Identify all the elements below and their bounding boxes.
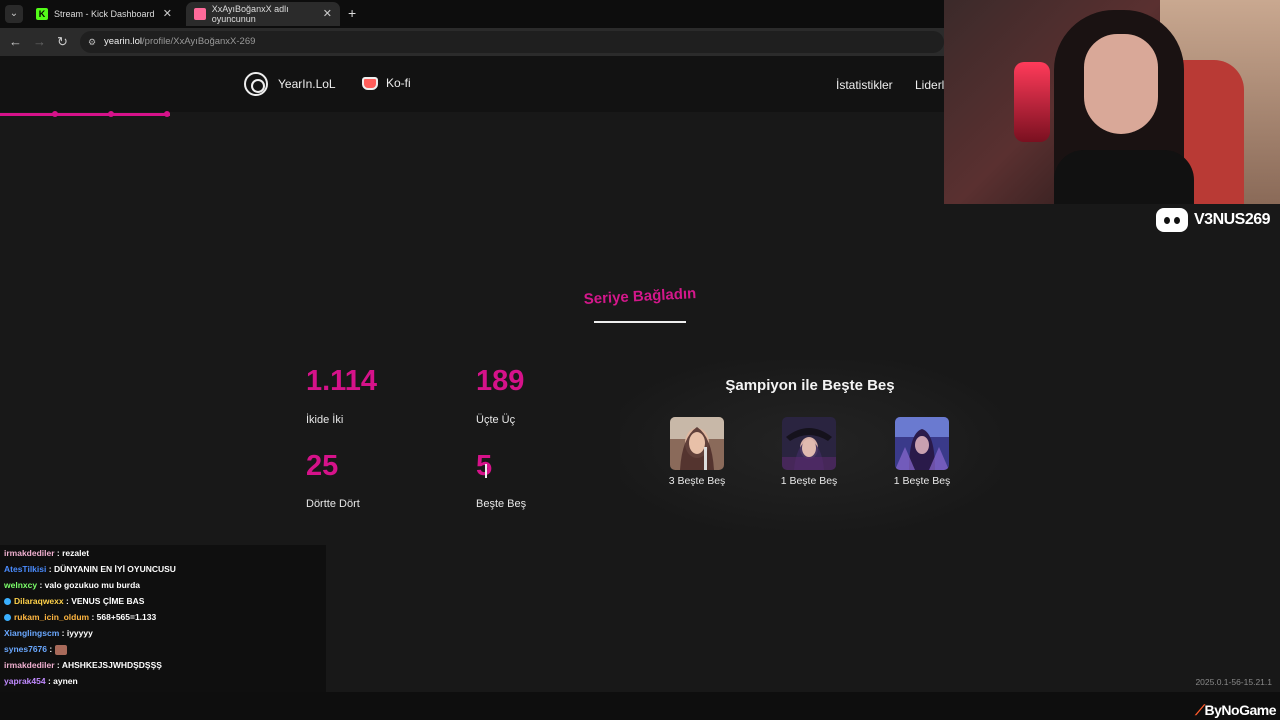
chat-badge-icon — [4, 598, 11, 606]
progress-dot — [164, 111, 170, 117]
scroll-progress-bar — [0, 113, 170, 116]
version-text: 2025.0.1-56-15.21.1 — [1195, 677, 1272, 687]
chat-message: irmakdediler : AHSHKEJSJWHDŞDŞŞŞ — [4, 660, 162, 670]
reload-icon[interactable]: ↻ — [57, 34, 68, 50]
chat-message: AtesTilkisi : DÜNYANIN EN İYİ OYUNCUSU — [4, 564, 176, 574]
tab-kick-dashboard[interactable]: K Stream - Kick Dashboard ✕ — [28, 2, 180, 26]
url-field[interactable]: ⚙ yearin.lol/profile/XxAyıBoğanxX-269 — [80, 31, 944, 53]
chat-username[interactable]: Xianglingscm — [4, 628, 59, 638]
webcam-person-shirt — [1054, 150, 1194, 204]
tab-search-icon[interactable]: ⌄ — [5, 5, 23, 23]
text-cursor-icon — [485, 464, 488, 478]
logo-ring-icon — [244, 72, 268, 96]
chat-username[interactable]: welnxcy — [4, 580, 37, 590]
stat-label-quadra: Dörtte Dört — [306, 498, 360, 510]
progress-dot — [108, 111, 114, 117]
chat-text: aynen — [53, 676, 78, 686]
stat-value-double: 1.114 — [306, 365, 377, 397]
chat-text: 568+565=1.133 — [96, 612, 157, 622]
screen: ⌄ K Stream - Kick Dashboard ✕ XxAyıBoğan… — [0, 0, 1280, 720]
section-title: Seriye Bağladın — [583, 285, 697, 308]
chat-username[interactable]: irmakdediler — [4, 660, 55, 670]
back-icon[interactable]: ← — [9, 34, 22, 49]
stat-label-double: İkide İki — [306, 414, 344, 426]
chat-separator: : — [54, 660, 62, 670]
webcam-overlay — [944, 0, 1280, 204]
close-tab-icon[interactable]: ✕ — [163, 7, 172, 20]
chat-message: synes7676 : — [4, 644, 70, 655]
tab-yearin-profile[interactable]: XxAyıBoğanxX adlı oyuncunun ✕ — [186, 2, 340, 26]
kofi-link[interactable]: Ko-fi — [362, 76, 411, 90]
chat-separator: : — [89, 612, 97, 622]
chat-username[interactable]: yaprak454 — [4, 676, 46, 686]
chat-message: welnxcy : valo gozukuo mu burda — [4, 580, 140, 590]
chat-text: rezalet — [62, 548, 90, 558]
champion-label: 3 Beşte Beş — [668, 475, 726, 487]
chat-separator: : — [47, 644, 55, 654]
chat-separator: : — [37, 580, 45, 590]
chat-username[interactable]: irmakdediler — [4, 548, 55, 558]
champion-label: 1 Beşte Beş — [893, 475, 951, 487]
chat-overlay: irmakdediler : rezalet AtesTilkisi : DÜNY… — [0, 545, 326, 705]
footer-bar — [0, 692, 1280, 720]
champion-portrait[interactable] — [670, 417, 724, 470]
champion-portrait[interactable] — [782, 417, 836, 470]
nav-statistics[interactable]: İstatistikler — [836, 78, 893, 92]
bynogame-text: ByNoGame — [1204, 702, 1277, 718]
section-underline — [594, 321, 686, 323]
forward-icon[interactable]: → — [33, 34, 46, 49]
webcam-person-face — [1084, 34, 1158, 134]
kofi-label: Ko-fi — [386, 76, 411, 90]
champion-label: 1 Beşte Beş — [780, 475, 838, 487]
stat-label-penta: Beşte Beş — [476, 498, 527, 510]
chat-separator: : — [46, 564, 54, 574]
bynogame-logo: ⟋ByNoGame — [1195, 702, 1276, 719]
yearin-favicon-icon — [194, 8, 206, 20]
chat-message: yaprak454 : aynen — [4, 676, 78, 686]
stat-label-triple: Üçte Üç — [476, 414, 516, 426]
logo-text: YearIn.LoL — [278, 77, 336, 91]
chat-username[interactable]: Dilaraqwexx — [14, 596, 64, 606]
tab-title: Stream - Kick Dashboard — [54, 9, 155, 19]
url-path: /profile/XxAyıBoğanxX-269 — [142, 36, 256, 47]
discord-icon — [1156, 208, 1188, 232]
chat-emote-icon — [54, 644, 67, 655]
chat-separator: : — [54, 548, 63, 558]
progress-dot — [52, 111, 58, 117]
chat-message: Xianglingscm : iyyyyy — [4, 628, 93, 638]
new-tab-icon[interactable]: + — [348, 5, 356, 21]
stat-value-triple: 189 — [476, 365, 525, 397]
close-tab-icon[interactable]: ✕ — [323, 7, 332, 20]
champion-portrait[interactable] — [895, 417, 949, 470]
url-host: yearin.lol — [104, 36, 143, 47]
chat-username[interactable]: rukam_icin_oldum — [14, 612, 89, 622]
site-info-icon[interactable]: ⚙ — [88, 31, 96, 53]
chat-text: iyyyyy — [66, 628, 93, 638]
chat-separator: : — [59, 628, 67, 638]
site-logo[interactable]: YearIn.LoL — [244, 72, 336, 96]
chat-message: irmakdediler : rezalet — [4, 548, 89, 558]
tab-title: XxAyıBoğanxX adlı oyuncunun — [211, 4, 289, 24]
chat-message: Dilaraqwexx : VENUS ÇİME BAS — [4, 596, 144, 606]
bynogame-mark-icon: ⟋ — [1195, 702, 1205, 718]
nav-leaderboard[interactable]: Liderl — [915, 78, 944, 92]
chat-text: VENUS ÇİME BAS — [71, 596, 145, 606]
microphone-icon — [1014, 62, 1050, 142]
chat-username[interactable]: synes7676 — [4, 644, 47, 654]
chat-text: AHSHKEJSJWHDŞDŞŞŞ — [61, 660, 162, 670]
chat-badge-icon — [4, 614, 11, 622]
champion-panel-title: Şampiyon ile Beşte Beş — [725, 377, 895, 394]
kofi-cup-icon — [362, 76, 378, 90]
stat-value-quadra: 25 — [306, 450, 339, 482]
chat-text: DÜNYANIN EN İYİ OYUNCUSU — [53, 564, 176, 574]
discord-handle: V3NUS269 — [1156, 208, 1271, 232]
chat-message: rukam_icin_oldum : 568+565=1.133 — [4, 612, 156, 622]
chat-text: valo gozukuo mu burda — [44, 580, 141, 590]
discord-name: V3NUS269 — [1194, 211, 1271, 228]
chat-username[interactable]: AtesTilkisi — [4, 564, 46, 574]
kick-favicon-icon: K — [36, 8, 48, 20]
